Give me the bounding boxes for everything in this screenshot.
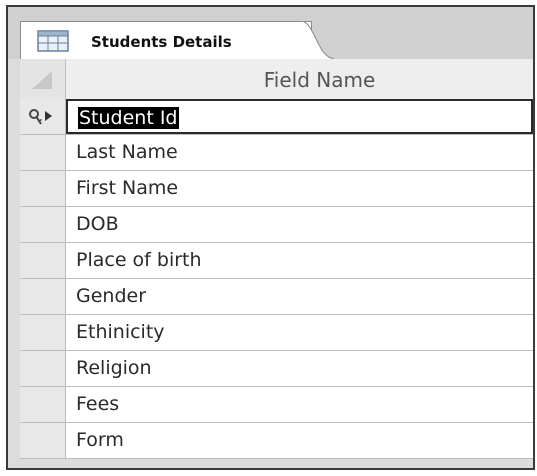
row-selector[interactable] — [20, 207, 66, 242]
key-icon — [29, 109, 52, 125]
row-selector[interactable] — [20, 423, 66, 458]
design-view-window: Students Details Field Name Student Id L… — [6, 5, 535, 470]
field-row[interactable]: Gender — [20, 279, 533, 315]
row-selector[interactable] — [20, 99, 66, 134]
row-selector[interactable] — [20, 351, 66, 386]
corner-triangle-icon — [32, 71, 52, 89]
field-row[interactable]: DOB — [20, 207, 533, 243]
field-name-cell[interactable]: Place of birth — [66, 243, 533, 278]
field-name-cell[interactable]: Fees — [66, 387, 533, 422]
field-name-text: Student Id — [78, 107, 179, 129]
field-row[interactable]: Form — [20, 423, 533, 459]
table-icon — [37, 30, 69, 52]
field-row[interactable]: Last Name — [20, 135, 533, 171]
field-name-cell[interactable]: Religion — [66, 351, 533, 386]
field-row[interactable]: Place of birth — [20, 243, 533, 279]
field-row[interactable]: Fees — [20, 387, 533, 423]
field-name-cell[interactable]: Gender — [66, 279, 533, 314]
select-all-corner[interactable] — [20, 59, 66, 99]
row-selector[interactable] — [20, 279, 66, 314]
field-rows: Student Id Last Name First Name DOB Plac… — [20, 99, 533, 459]
row-pointer-icon — [45, 111, 52, 121]
row-selector[interactable] — [20, 387, 66, 422]
column-header-row: Field Name — [20, 59, 533, 100]
field-name-cell[interactable]: Student Id — [66, 99, 533, 134]
field-name-cell[interactable]: Form — [66, 423, 533, 458]
field-name-cell[interactable]: Ethinicity — [66, 315, 533, 350]
field-grid: Field Name Student Id Last Name First Na… — [20, 59, 533, 459]
field-row[interactable]: Student Id — [20, 99, 533, 135]
row-selector[interactable] — [20, 171, 66, 206]
field-name-column-header[interactable]: Field Name — [66, 68, 533, 92]
field-row[interactable]: Religion — [20, 351, 533, 387]
field-name-cell[interactable]: First Name — [66, 171, 533, 206]
tab-title: Students Details — [91, 33, 232, 51]
field-row[interactable]: First Name — [20, 171, 533, 207]
field-row[interactable]: Ethinicity — [20, 315, 533, 351]
tab-students-details[interactable]: Students Details — [20, 21, 312, 59]
row-selector[interactable] — [20, 135, 66, 170]
tab-edge — [294, 21, 334, 59]
field-name-cell[interactable]: Last Name — [66, 135, 533, 170]
document-tab-strip: Students Details — [8, 7, 533, 59]
row-selector[interactable] — [20, 315, 66, 350]
field-name-cell[interactable]: DOB — [66, 207, 533, 242]
row-selector[interactable] — [20, 243, 66, 278]
